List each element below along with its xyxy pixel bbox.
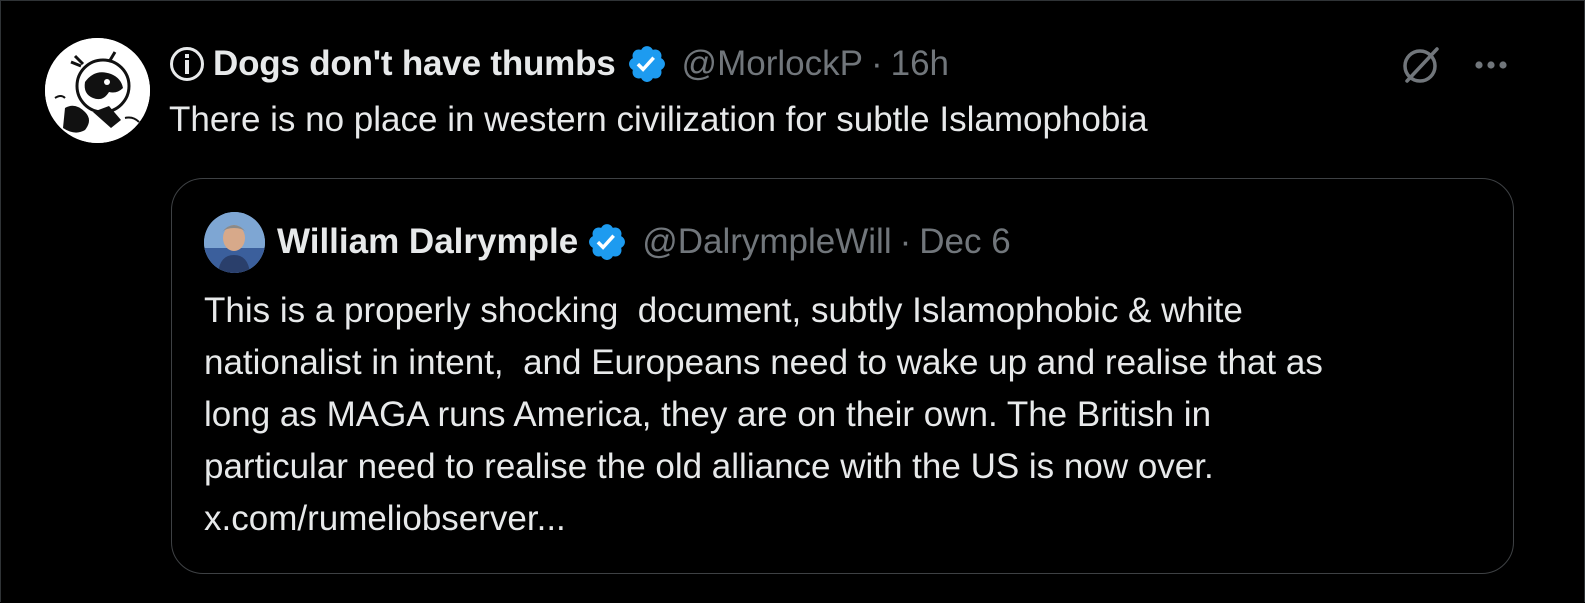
quoted-text-line: particular need to realise the old allia… [204,447,1214,486]
profile-photo-avatar-icon [204,212,265,273]
dog-sketch-avatar-icon [45,38,150,143]
quoted-text-line: nationalist in intent, and Europeans nee… [204,343,1323,382]
quoted-author-avatar[interactable] [204,212,265,273]
verified-badge-icon[interactable] [586,221,628,263]
quoted-author-display-name[interactable]: William Dalrymple [277,222,578,262]
grok-icon[interactable] [1399,43,1443,87]
info-circle-icon [170,47,204,81]
quoted-tweet-card[interactable]: William Dalrymple @DalrympleWill · Dec 6… [171,178,1514,574]
verified-badge-icon[interactable] [626,43,668,85]
quoted-header-separator: · [899,222,912,261]
tweet-header: Dogs don't have thumbs @MorlockP · 16h [169,41,949,87]
header-separator: · [870,44,883,83]
quoted-tweet-header: William Dalrymple @DalrympleWill · Dec 6 [277,219,1011,265]
quoted-link[interactable]: x.com/rumeliobserver... [204,493,1494,545]
quoted-tweet-timestamp[interactable]: Dec 6 [919,222,1010,262]
author-avatar[interactable] [45,38,150,143]
quoted-tweet-body: This is a properly shocking document, su… [204,285,1494,545]
tweet-timestamp[interactable]: 16h [891,44,949,84]
more-horizontal-icon[interactable] [1471,47,1511,83]
quoted-text-line: This is a properly shocking document, su… [204,291,1243,330]
tweet-body-text: There is no place in western civilizatio… [169,100,1148,139]
quoted-author-handle[interactable]: @DalrympleWill [642,222,891,262]
quoted-text-line: long as MAGA runs America, they are on t… [204,395,1212,434]
author-display-name[interactable]: Dogs don't have thumbs [213,44,616,84]
author-handle[interactable]: @MorlockP [682,44,863,84]
tweet-card[interactable]: Dogs don't have thumbs @MorlockP · 16h T… [0,0,1585,602]
